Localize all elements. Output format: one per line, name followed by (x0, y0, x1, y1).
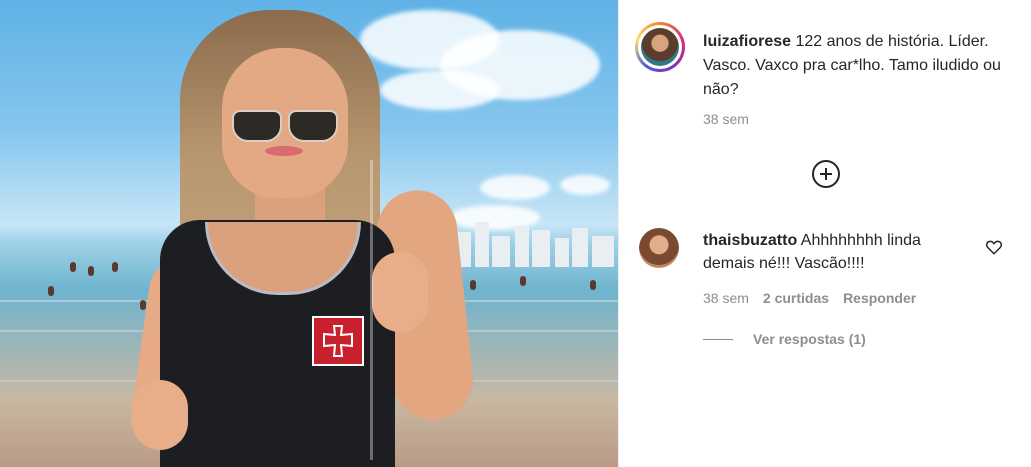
vasco-emblem-icon (312, 316, 364, 366)
view-replies-label: Ver respostas (1) (753, 331, 866, 347)
heart-icon[interactable] (985, 238, 1003, 256)
comment-timestamp[interactable]: 38 sem (703, 290, 749, 306)
comments-panel: luizafiorese 122 anos de história. Líder… (618, 0, 1031, 467)
reply-button[interactable]: Responder (843, 290, 916, 306)
post-author-username[interactable]: luizafiorese (703, 33, 791, 50)
post-modal: luizafiorese 122 anos de história. Líder… (0, 0, 1031, 467)
commenter-avatar[interactable] (639, 228, 679, 268)
view-replies-button[interactable]: Ver respostas (1) (703, 331, 866, 347)
post-caption: luizafiorese 122 anos de história. Líder… (703, 30, 1003, 102)
comment-body: thaisbuzatto Ahhhhhhhh linda demais né!!… (703, 229, 973, 275)
post-timestamp[interactable]: 38 sem (703, 111, 749, 127)
divider (703, 338, 733, 340)
commenter-username[interactable]: thaisbuzatto (703, 232, 797, 249)
post-photo[interactable] (0, 0, 618, 467)
comment-likes-link[interactable]: 2 curtidas (763, 290, 829, 306)
post-author-avatar[interactable] (635, 22, 685, 72)
comment-meta: 38 sem 2 curtidas Responder (703, 290, 916, 306)
load-more-comments-button[interactable] (812, 160, 840, 188)
